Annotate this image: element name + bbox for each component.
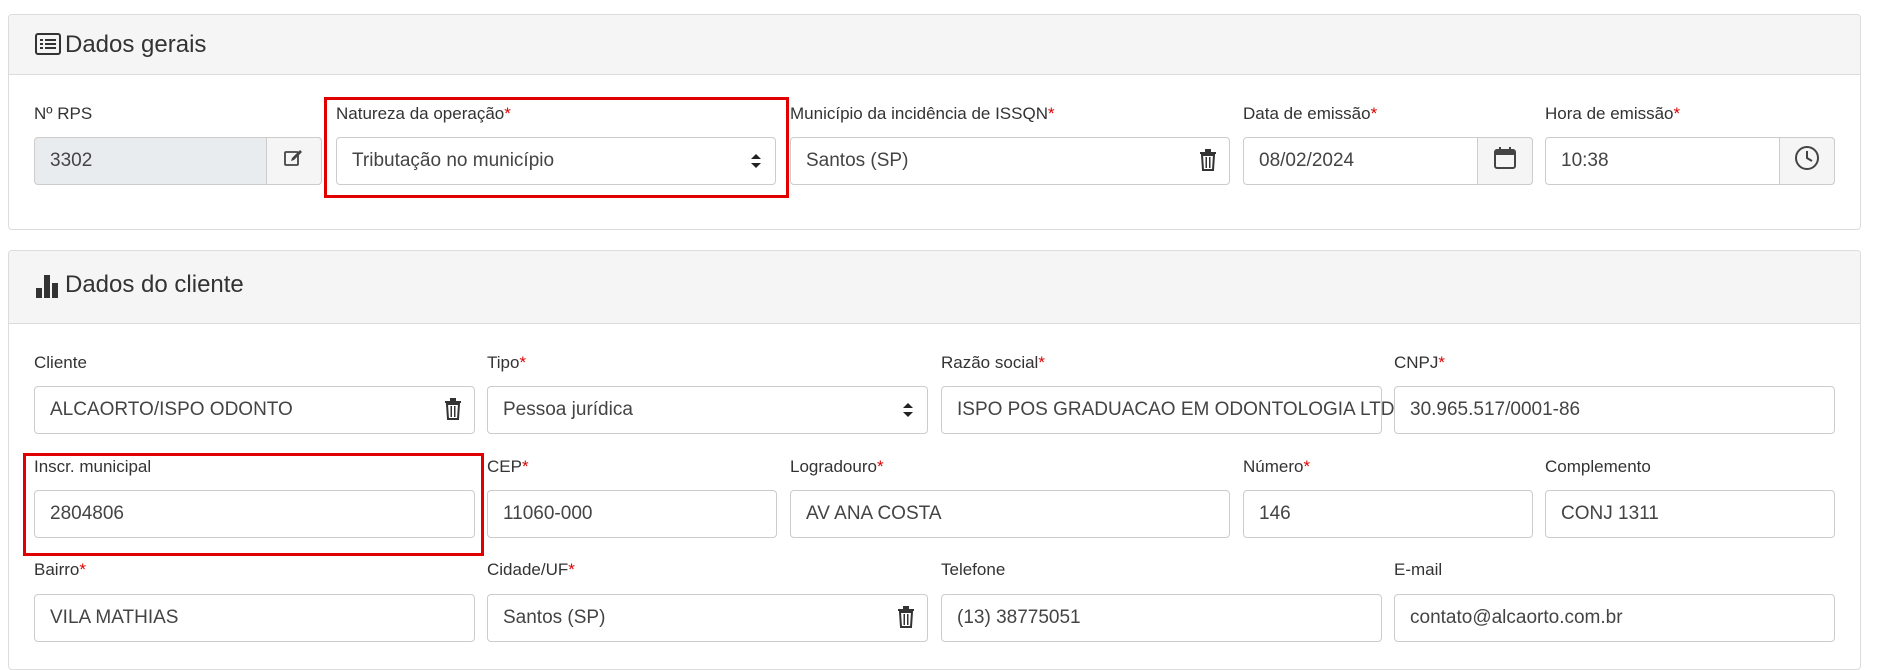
rps-label: Nº RPS	[34, 104, 93, 123]
hora-emissao-label: Hora de emissão*	[1545, 104, 1681, 123]
data-emissao-label: Data de emissão*	[1243, 104, 1378, 123]
data-emissao-field[interactable]: 08/02/2024	[1243, 137, 1533, 185]
email-label: E-mail	[1394, 560, 1443, 579]
edit-rps-button[interactable]	[266, 137, 322, 185]
numero-field[interactable]: 146	[1243, 490, 1533, 538]
inscr-municipal-value: 2804806	[50, 503, 124, 524]
dados-gerais-title: Dados gerais	[35, 31, 206, 59]
dados-gerais-header: Dados gerais	[9, 15, 1860, 75]
bairro-label: Bairro*	[34, 560, 86, 579]
logradouro-label: Logradouro*	[790, 457, 884, 476]
cnpj-field[interactable]: 30.965.517/0001-86	[1394, 386, 1835, 434]
hora-emissao-field[interactable]: 10:38	[1545, 137, 1835, 185]
complemento-label: Complemento	[1545, 457, 1651, 476]
sort-arrows-icon	[751, 153, 761, 169]
dados-cliente-header: Dados do cliente	[9, 251, 1860, 324]
cidade-uf-value: Santos (SP)	[503, 607, 606, 628]
cidade-uf-field[interactable]: Santos (SP)	[487, 594, 928, 642]
bar-chart-icon	[35, 273, 61, 298]
rps-field: 3302	[34, 137, 322, 185]
cep-label: CEP*	[487, 457, 529, 476]
trash-icon[interactable]	[1199, 149, 1217, 177]
tipo-value: Pessoa jurídica	[503, 399, 633, 420]
cnpj-label: CNPJ*	[1394, 353, 1446, 372]
municipio-value: Santos (SP)	[806, 150, 909, 171]
tipo-select[interactable]: Pessoa jurídica	[487, 386, 928, 434]
cnpj-value: 30.965.517/0001-86	[1410, 399, 1581, 420]
numero-value: 146	[1259, 503, 1291, 524]
bairro-field[interactable]: VILA MATHIAS	[34, 594, 475, 642]
complemento-field[interactable]: CONJ 1311	[1545, 490, 1835, 538]
natureza-select[interactable]: Tributação no município	[336, 137, 776, 185]
cliente-field[interactable]: ALCAORTO/ISPO ODONTO	[34, 386, 475, 434]
cep-value: 11060-000	[503, 503, 593, 524]
clock-icon	[1794, 145, 1820, 177]
clock-button[interactable]	[1779, 137, 1835, 185]
trash-icon[interactable]	[897, 606, 915, 634]
telefone-label: Telefone	[941, 560, 1006, 579]
natureza-value: Tributação no município	[352, 150, 555, 171]
complemento-value: CONJ 1311	[1561, 503, 1659, 524]
email-value: contato@alcaorto.com.br	[1410, 607, 1623, 628]
telefone-value: (13) 38775051	[957, 607, 1081, 628]
logradouro-value: AV ANA COSTA	[806, 503, 942, 524]
trash-icon[interactable]	[444, 398, 462, 426]
razao-social-value: ISPO POS GRADUACAO EM ODONTOLOGIA LTDA	[957, 399, 1408, 420]
natureza-label: Natureza da operação*	[336, 104, 511, 123]
edit-icon	[284, 149, 304, 173]
cliente-value: ALCAORTO/ISPO ODONTO	[50, 399, 293, 420]
municipio-field[interactable]: Santos (SP)	[790, 137, 1230, 185]
tipo-label: Tipo*	[487, 353, 527, 372]
cliente-label: Cliente	[34, 353, 87, 372]
inscr-municipal-label: Inscr. municipal	[34, 457, 152, 476]
numero-label: Número*	[1243, 457, 1311, 476]
data-emissao-value: 08/02/2024	[1259, 150, 1355, 171]
list-icon	[35, 33, 61, 57]
cep-field[interactable]: 11060-000	[487, 490, 777, 538]
telefone-field[interactable]: (13) 38775051	[941, 594, 1382, 642]
razao-social-label: Razão social*	[941, 353, 1045, 372]
hora-emissao-value: 10:38	[1561, 150, 1609, 171]
inscr-municipal-field[interactable]: 2804806	[34, 490, 475, 538]
calendar-button[interactable]	[1477, 137, 1533, 185]
calendar-icon	[1493, 146, 1517, 176]
razao-social-field[interactable]: ISPO POS GRADUACAO EM ODONTOLOGIA LTDA	[941, 386, 1407, 434]
logradouro-field[interactable]: AV ANA COSTA	[790, 490, 1230, 538]
dados-cliente-title: Dados do cliente	[35, 271, 244, 299]
municipio-label: Município da incidência de ISSQN*	[790, 104, 1055, 123]
email-field[interactable]: contato@alcaorto.com.br	[1394, 594, 1835, 642]
cidade-uf-label: Cidade/UF*	[487, 560, 575, 579]
sort-arrows-icon	[903, 402, 913, 418]
rps-value: 3302	[50, 150, 93, 171]
bairro-value: VILA MATHIAS	[50, 607, 179, 628]
